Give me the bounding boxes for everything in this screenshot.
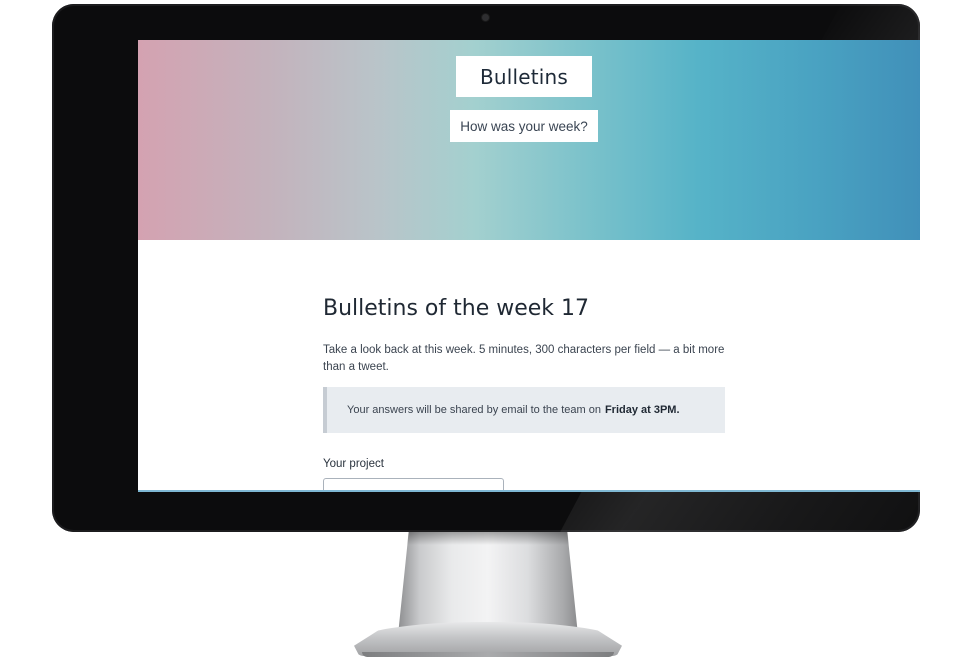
intro-text: Take a look back at this week. 5 minutes…	[323, 344, 725, 373]
notice-callout: Your answers will be shared by email to …	[323, 387, 725, 433]
monitor-mockup-scene: Bulletins How was your week? Bulletins o…	[0, 0, 980, 671]
tagline: How was your week?	[460, 118, 588, 134]
monitor-stand-neck	[398, 531, 578, 635]
project-field-label: Your project	[323, 458, 384, 470]
screen: Bulletins How was your week? Bulletins o…	[138, 40, 920, 492]
notice-text: Your answers will be shared by email to …	[347, 404, 601, 416]
screen-bottom-edge	[138, 490, 920, 492]
tagline-box: How was your week?	[450, 110, 598, 142]
monitor-bezel: Bulletins How was your week? Bulletins o…	[52, 4, 920, 532]
monitor-stand-shadow	[407, 531, 569, 545]
page-title: Bulletins of the week 17	[323, 296, 590, 321]
monitor-stand-base	[354, 622, 622, 656]
webcam-icon	[482, 14, 489, 21]
monitor-stand-base-edge	[362, 652, 614, 657]
brand-logo[interactable]: Bulletins	[456, 56, 592, 97]
brand-title: Bulletins	[479, 64, 569, 89]
notice-emphasis: Friday at 3PM.	[604, 404, 680, 416]
hero-banner: Bulletins How was your week?	[138, 40, 920, 240]
